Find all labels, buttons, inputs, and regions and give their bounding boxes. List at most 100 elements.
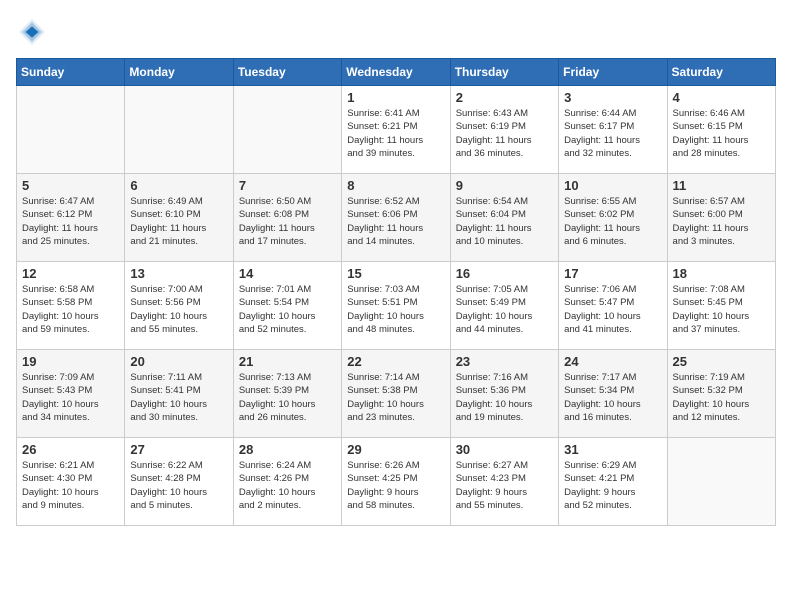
calendar-cell: 4 Sunrise: 6:46 AM Sunset: 6:15 PM Daylig…	[667, 86, 775, 174]
day-info: Sunrise: 6:21 AM Sunset: 4:30 PM Dayligh…	[22, 459, 119, 512]
calendar-cell: 30Sunrise: 6:27 AM Sunset: 4:23 PM Dayli…	[450, 438, 558, 526]
calendar-cell: 23 Sunrise: 7:16 AM Sunset: 5:36 PM Dayli…	[450, 350, 558, 438]
day-number: 27	[130, 442, 227, 457]
calendar-cell: 14Sunrise: 7:01 AM Sunset: 5:54 PM Dayli…	[233, 262, 341, 350]
calendar-cell: 2 Sunrise: 6:43 AM Sunset: 6:19 PM Daylig…	[450, 86, 558, 174]
calendar-cell: 9 Sunrise: 6:54 AM Sunset: 6:04 PM Daylig…	[450, 174, 558, 262]
day-info: Sunrise: 7:11 AM Sunset: 5:41 PM Dayligh…	[130, 371, 227, 424]
calendar-cell: 26 Sunrise: 6:21 AM Sunset: 4:30 PM Dayli…	[17, 438, 125, 526]
day-number: 5	[22, 178, 119, 193]
calendar-week-3: 12 Sunrise: 6:58 AM Sunset: 5:58 PM Dayli…	[17, 262, 776, 350]
day-info: Sunrise: 6:49 AM Sunset: 6:10 PM Dayligh…	[130, 195, 227, 248]
calendar-cell: 15 Sunrise: 7:03 AM Sunset: 5:51 PM Dayli…	[342, 262, 450, 350]
calendar-cell: 17 Sunrise: 7:06 AM Sunset: 5:47 PM Dayli…	[559, 262, 667, 350]
day-info: Sunrise: 6:52 AM Sunset: 6:06 PM Dayligh…	[347, 195, 444, 248]
day-info: Sunrise: 7:14 AM Sunset: 5:38 PM Dayligh…	[347, 371, 444, 424]
logo	[16, 16, 52, 48]
calendar-week-1: 1 Sunrise: 6:41 AM Sunset: 6:21 PM Daylig…	[17, 86, 776, 174]
day-number: 18	[673, 266, 770, 281]
weekday-header-tuesday: Tuesday	[233, 59, 341, 86]
calendar-cell: 8 Sunrise: 6:52 AM Sunset: 6:06 PM Daylig…	[342, 174, 450, 262]
calendar-cell: 5 Sunrise: 6:47 AM Sunset: 6:12 PM Daylig…	[17, 174, 125, 262]
calendar-body: 1 Sunrise: 6:41 AM Sunset: 6:21 PM Daylig…	[17, 86, 776, 526]
day-number: 11	[673, 178, 770, 193]
calendar-cell: 13 Sunrise: 7:00 AM Sunset: 5:56 PM Dayli…	[125, 262, 233, 350]
day-number: 12	[22, 266, 119, 281]
weekday-header-monday: Monday	[125, 59, 233, 86]
day-info: Sunrise: 6:57 AM Sunset: 6:00 PM Dayligh…	[673, 195, 770, 248]
weekday-row: SundayMondayTuesdayWednesdayThursdayFrid…	[17, 59, 776, 86]
calendar-cell: 18 Sunrise: 7:08 AM Sunset: 5:45 PM Dayli…	[667, 262, 775, 350]
day-number: 7	[239, 178, 336, 193]
day-number: 4	[673, 90, 770, 105]
calendar-cell: 22Sunrise: 7:14 AM Sunset: 5:38 PM Dayli…	[342, 350, 450, 438]
day-info: Sunrise: 6:41 AM Sunset: 6:21 PM Dayligh…	[347, 107, 444, 160]
calendar-cell: 16 Sunrise: 7:05 AM Sunset: 5:49 PM Dayli…	[450, 262, 558, 350]
day-number: 3	[564, 90, 661, 105]
calendar-cell: 31 Sunrise: 6:29 AM Sunset: 4:21 PM Dayli…	[559, 438, 667, 526]
day-info: Sunrise: 6:44 AM Sunset: 6:17 PM Dayligh…	[564, 107, 661, 160]
day-number: 23	[456, 354, 553, 369]
day-info: Sunrise: 6:55 AM Sunset: 6:02 PM Dayligh…	[564, 195, 661, 248]
calendar-cell	[667, 438, 775, 526]
calendar-header: SundayMondayTuesdayWednesdayThursdayFrid…	[17, 59, 776, 86]
day-info: Sunrise: 6:58 AM Sunset: 5:58 PM Dayligh…	[22, 283, 119, 336]
calendar-week-2: 5 Sunrise: 6:47 AM Sunset: 6:12 PM Daylig…	[17, 174, 776, 262]
calendar-cell	[233, 86, 341, 174]
day-number: 15	[347, 266, 444, 281]
day-info: Sunrise: 7:05 AM Sunset: 5:49 PM Dayligh…	[456, 283, 553, 336]
day-info: Sunrise: 6:50 AM Sunset: 6:08 PM Dayligh…	[239, 195, 336, 248]
day-info: Sunrise: 6:54 AM Sunset: 6:04 PM Dayligh…	[456, 195, 553, 248]
day-number: 16	[456, 266, 553, 281]
calendar-cell: 27 Sunrise: 6:22 AM Sunset: 4:28 PM Dayli…	[125, 438, 233, 526]
calendar-cell	[17, 86, 125, 174]
calendar-cell: 24 Sunrise: 7:17 AM Sunset: 5:34 PM Dayli…	[559, 350, 667, 438]
day-number: 20	[130, 354, 227, 369]
calendar-table: SundayMondayTuesdayWednesdayThursdayFrid…	[16, 58, 776, 526]
calendar-cell: 7 Sunrise: 6:50 AM Sunset: 6:08 PM Daylig…	[233, 174, 341, 262]
weekday-header-saturday: Saturday	[667, 59, 775, 86]
calendar-week-5: 26 Sunrise: 6:21 AM Sunset: 4:30 PM Dayli…	[17, 438, 776, 526]
calendar-cell: 19Sunrise: 7:09 AM Sunset: 5:43 PM Dayli…	[17, 350, 125, 438]
logo-icon	[16, 16, 48, 48]
day-info: Sunrise: 7:01 AM Sunset: 5:54 PM Dayligh…	[239, 283, 336, 336]
day-info: Sunrise: 6:22 AM Sunset: 4:28 PM Dayligh…	[130, 459, 227, 512]
day-info: Sunrise: 6:29 AM Sunset: 4:21 PM Dayligh…	[564, 459, 661, 512]
day-number: 8	[347, 178, 444, 193]
day-number: 19	[22, 354, 119, 369]
day-number: 2	[456, 90, 553, 105]
day-info: Sunrise: 7:08 AM Sunset: 5:45 PM Dayligh…	[673, 283, 770, 336]
day-info: Sunrise: 6:47 AM Sunset: 6:12 PM Dayligh…	[22, 195, 119, 248]
day-info: Sunrise: 6:46 AM Sunset: 6:15 PM Dayligh…	[673, 107, 770, 160]
calendar-cell: 6Sunrise: 6:49 AM Sunset: 6:10 PM Daylig…	[125, 174, 233, 262]
day-info: Sunrise: 6:26 AM Sunset: 4:25 PM Dayligh…	[347, 459, 444, 512]
day-info: Sunrise: 7:19 AM Sunset: 5:32 PM Dayligh…	[673, 371, 770, 424]
day-number: 17	[564, 266, 661, 281]
day-info: Sunrise: 7:17 AM Sunset: 5:34 PM Dayligh…	[564, 371, 661, 424]
day-number: 24	[564, 354, 661, 369]
day-info: Sunrise: 7:03 AM Sunset: 5:51 PM Dayligh…	[347, 283, 444, 336]
day-number: 1	[347, 90, 444, 105]
calendar-cell: 29Sunrise: 6:26 AM Sunset: 4:25 PM Dayli…	[342, 438, 450, 526]
day-info: Sunrise: 7:00 AM Sunset: 5:56 PM Dayligh…	[130, 283, 227, 336]
calendar-cell: 12 Sunrise: 6:58 AM Sunset: 5:58 PM Dayli…	[17, 262, 125, 350]
day-number: 25	[673, 354, 770, 369]
day-info: Sunrise: 7:16 AM Sunset: 5:36 PM Dayligh…	[456, 371, 553, 424]
day-number: 31	[564, 442, 661, 457]
weekday-header-thursday: Thursday	[450, 59, 558, 86]
day-info: Sunrise: 7:06 AM Sunset: 5:47 PM Dayligh…	[564, 283, 661, 336]
day-info: Sunrise: 7:13 AM Sunset: 5:39 PM Dayligh…	[239, 371, 336, 424]
calendar-cell: 21 Sunrise: 7:13 AM Sunset: 5:39 PM Dayli…	[233, 350, 341, 438]
day-number: 13	[130, 266, 227, 281]
day-info: Sunrise: 6:43 AM Sunset: 6:19 PM Dayligh…	[456, 107, 553, 160]
calendar-cell: 3 Sunrise: 6:44 AM Sunset: 6:17 PM Daylig…	[559, 86, 667, 174]
page-header	[16, 16, 776, 48]
day-number: 9	[456, 178, 553, 193]
day-number: 26	[22, 442, 119, 457]
day-info: Sunrise: 6:24 AM Sunset: 4:26 PM Dayligh…	[239, 459, 336, 512]
day-number: 21	[239, 354, 336, 369]
calendar-cell: 25 Sunrise: 7:19 AM Sunset: 5:32 PM Dayli…	[667, 350, 775, 438]
day-number: 28	[239, 442, 336, 457]
day-number: 30	[456, 442, 553, 457]
calendar-cell: 20 Sunrise: 7:11 AM Sunset: 5:41 PM Dayli…	[125, 350, 233, 438]
